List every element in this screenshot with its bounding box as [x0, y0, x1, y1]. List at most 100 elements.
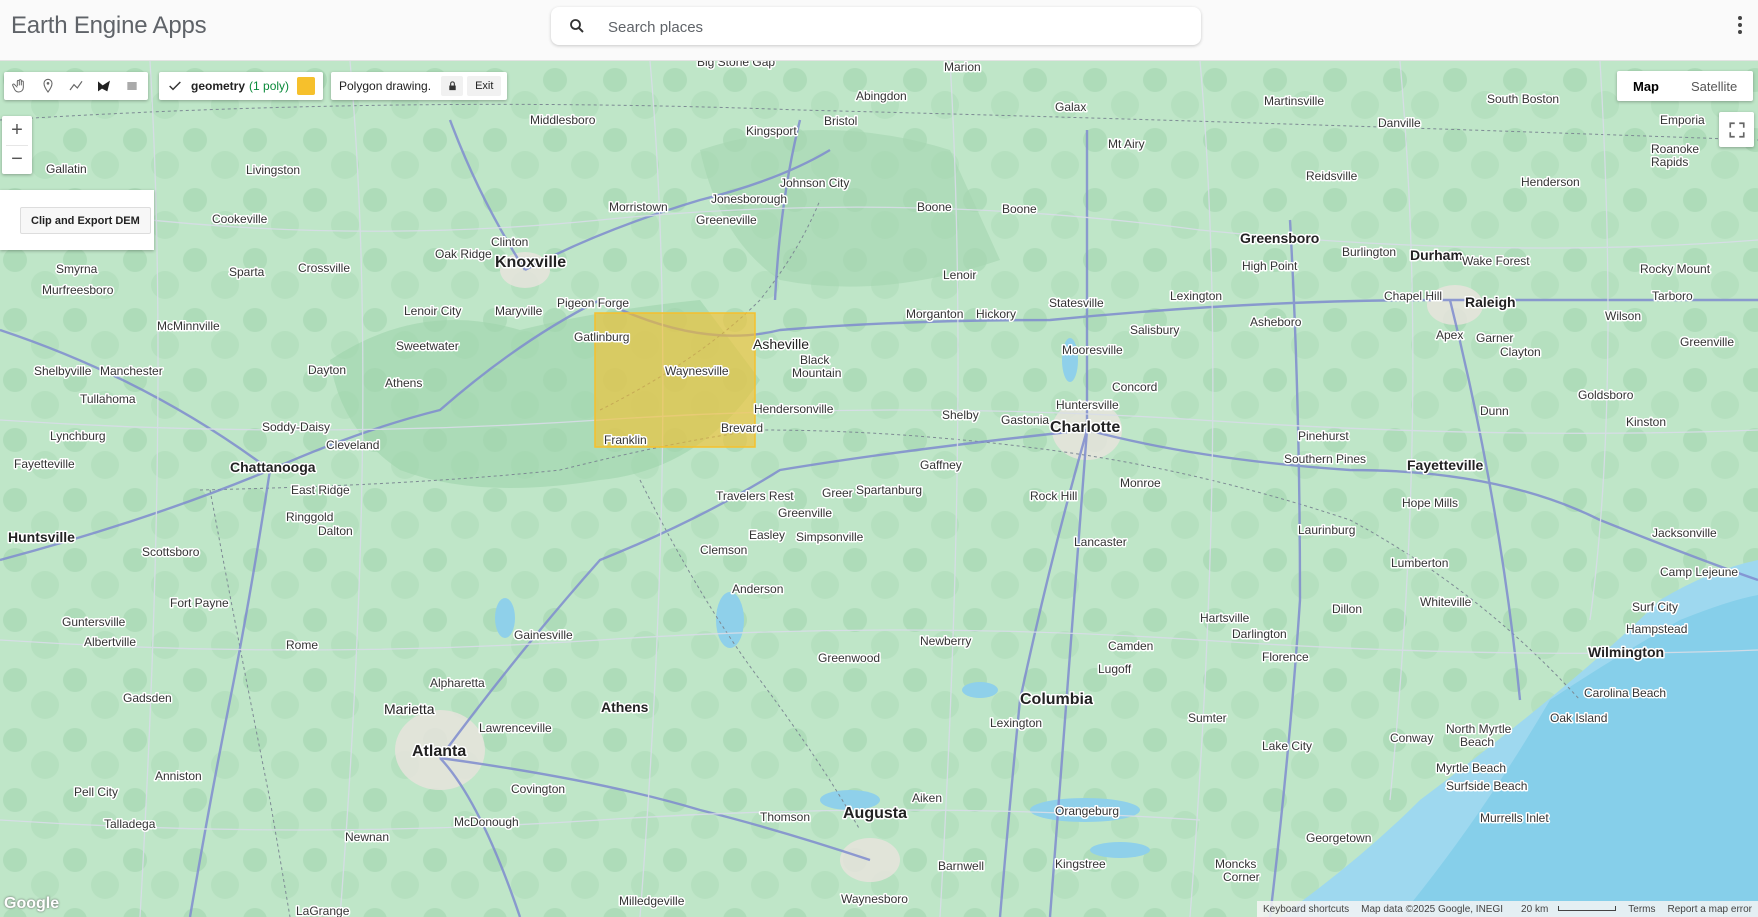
- svg-text:Dillon: Dillon: [1332, 602, 1362, 616]
- rectangle-icon[interactable]: [118, 72, 146, 100]
- svg-text:Lexington: Lexington: [990, 716, 1042, 730]
- keyboard-shortcuts-link[interactable]: Keyboard shortcuts: [1257, 904, 1355, 915]
- map-type-control: Map Satellite: [1617, 71, 1754, 101]
- svg-text:South Boston: South Boston: [1487, 92, 1559, 106]
- pan-hand-icon[interactable]: [6, 72, 34, 100]
- point-marker-icon[interactable]: [34, 72, 62, 100]
- svg-text:Covington: Covington: [511, 782, 565, 796]
- svg-text:Alpharetta: Alpharetta: [430, 676, 485, 690]
- svg-text:Lumberton: Lumberton: [1391, 556, 1448, 570]
- svg-text:Beach: Beach: [1460, 735, 1494, 749]
- svg-text:Asheville: Asheville: [753, 336, 809, 352]
- svg-text:Anniston: Anniston: [155, 769, 202, 783]
- svg-text:Soddy-Daisy: Soddy-Daisy: [262, 420, 330, 434]
- svg-text:Burlington: Burlington: [1342, 245, 1396, 259]
- svg-text:Salisbury: Salisbury: [1130, 323, 1179, 337]
- svg-text:Chattanooga: Chattanooga: [230, 459, 316, 475]
- svg-text:Lawrenceville: Lawrenceville: [479, 721, 552, 735]
- google-logo[interactable]: Google: [4, 895, 59, 913]
- map-data-attribution: Map data ©2025 Google, INEGI: [1361, 903, 1504, 915]
- svg-text:Charlotte: Charlotte: [1050, 419, 1120, 436]
- layer-color-swatch[interactable]: [297, 77, 316, 95]
- search-box[interactable]: [551, 7, 1201, 45]
- svg-text:Danville: Danville: [1378, 116, 1421, 130]
- report-map-error-link[interactable]: Report a map error: [1662, 904, 1758, 915]
- svg-text:Gallatin: Gallatin: [46, 162, 87, 176]
- svg-text:Boone: Boone: [1002, 202, 1037, 216]
- svg-text:Abingdon: Abingdon: [856, 89, 907, 103]
- svg-text:Galax: Galax: [1055, 100, 1086, 114]
- svg-text:Florence: Florence: [1262, 650, 1309, 664]
- svg-text:Dunn: Dunn: [1480, 404, 1509, 418]
- svg-text:Simpsonville: Simpsonville: [796, 530, 864, 544]
- svg-text:Lynchburg: Lynchburg: [50, 429, 106, 443]
- svg-text:Lugoff: Lugoff: [1098, 662, 1132, 676]
- lock-icon[interactable]: [441, 76, 464, 96]
- map-type-map-button[interactable]: Map: [1617, 71, 1675, 101]
- fullscreen-icon[interactable]: [1719, 112, 1754, 147]
- zoom-control: + −: [2, 116, 32, 174]
- svg-text:Talladega: Talladega: [104, 817, 156, 831]
- terms-link[interactable]: Terms: [1622, 904, 1661, 915]
- svg-text:Athens: Athens: [385, 376, 422, 390]
- svg-text:Statesville: Statesville: [1049, 296, 1104, 310]
- svg-text:Barnwell: Barnwell: [938, 859, 984, 873]
- svg-text:Wilson: Wilson: [1605, 309, 1641, 323]
- svg-text:Corner: Corner: [1223, 870, 1260, 884]
- polygon-icon[interactable]: [90, 72, 118, 100]
- svg-text:Smyrna: Smyrna: [56, 262, 98, 276]
- svg-text:Dayton: Dayton: [308, 363, 346, 377]
- svg-text:Huntsville: Huntsville: [8, 529, 75, 545]
- svg-text:Anderson: Anderson: [732, 582, 783, 596]
- svg-text:Scottsboro: Scottsboro: [142, 545, 200, 559]
- map-canvas[interactable]: Charlotte Atlanta Columbia Augusta Knoxv…: [0, 61, 1758, 917]
- svg-text:East Ridge: East Ridge: [291, 483, 350, 497]
- svg-text:Lenoir: Lenoir: [943, 268, 976, 282]
- svg-text:Kinston: Kinston: [1626, 415, 1666, 429]
- svg-text:Lake City: Lake City: [1262, 739, 1312, 753]
- search-input[interactable]: [606, 15, 1170, 39]
- svg-text:Bristol: Bristol: [824, 114, 857, 128]
- clip-export-dem-button[interactable]: Clip and Export DEM: [20, 207, 151, 234]
- svg-text:Dalton: Dalton: [318, 524, 353, 538]
- svg-text:Oak Ridge: Oak Ridge: [435, 247, 492, 261]
- svg-text:Guntersville: Guntersville: [62, 615, 126, 629]
- svg-text:Greenville: Greenville: [1680, 335, 1734, 349]
- app-panel: Clip and Export DEM: [0, 190, 154, 250]
- more-options-icon[interactable]: [1736, 14, 1744, 38]
- check-icon[interactable]: [167, 78, 183, 94]
- svg-text:Pell City: Pell City: [74, 785, 118, 799]
- svg-text:Black: Black: [800, 353, 830, 367]
- svg-text:Lenoir City: Lenoir City: [404, 304, 461, 318]
- svg-text:Darlington: Darlington: [1232, 627, 1287, 641]
- svg-text:North Myrtle: North Myrtle: [1446, 722, 1512, 736]
- drawing-mode-box: Polygon drawing. Exit: [331, 72, 508, 100]
- svg-text:Fayetteville: Fayetteville: [14, 457, 75, 471]
- svg-text:Albertville: Albertville: [84, 635, 136, 649]
- svg-text:Fayetteville: Fayetteville: [1407, 457, 1483, 473]
- svg-text:Columbia: Columbia: [1020, 691, 1093, 708]
- svg-text:Johnson City: Johnson City: [780, 176, 849, 190]
- line-icon[interactable]: [62, 72, 90, 100]
- geometry-layer-chip[interactable]: geometry (1 poly): [159, 72, 324, 100]
- svg-text:Chapel Hill: Chapel Hill: [1384, 289, 1442, 303]
- svg-text:Gadsden: Gadsden: [123, 691, 172, 705]
- svg-text:Murfreesboro: Murfreesboro: [42, 283, 114, 297]
- svg-text:Martinsville: Martinsville: [1264, 94, 1324, 108]
- svg-text:LaGrange: LaGrange: [296, 904, 350, 917]
- svg-text:Gaffney: Gaffney: [920, 458, 962, 472]
- svg-text:Ringgold: Ringgold: [286, 510, 333, 524]
- drawing-mode-label: Polygon drawing.: [339, 79, 432, 93]
- zoom-out-button[interactable]: −: [2, 145, 32, 174]
- svg-text:Sumter: Sumter: [1188, 711, 1227, 725]
- scale-control[interactable]: 20 km: [1509, 904, 1622, 915]
- svg-text:Fort Payne: Fort Payne: [170, 596, 229, 610]
- svg-text:Aiken: Aiken: [912, 791, 942, 805]
- zoom-in-button[interactable]: +: [2, 116, 32, 145]
- exit-button[interactable]: Exit: [467, 76, 502, 96]
- svg-text:Huntersville: Huntersville: [1056, 398, 1119, 412]
- svg-text:Oak Island: Oak Island: [1550, 711, 1607, 725]
- svg-text:Rome: Rome: [286, 638, 318, 652]
- map-type-satellite-button[interactable]: Satellite: [1675, 71, 1753, 101]
- svg-text:Henderson: Henderson: [1521, 175, 1580, 189]
